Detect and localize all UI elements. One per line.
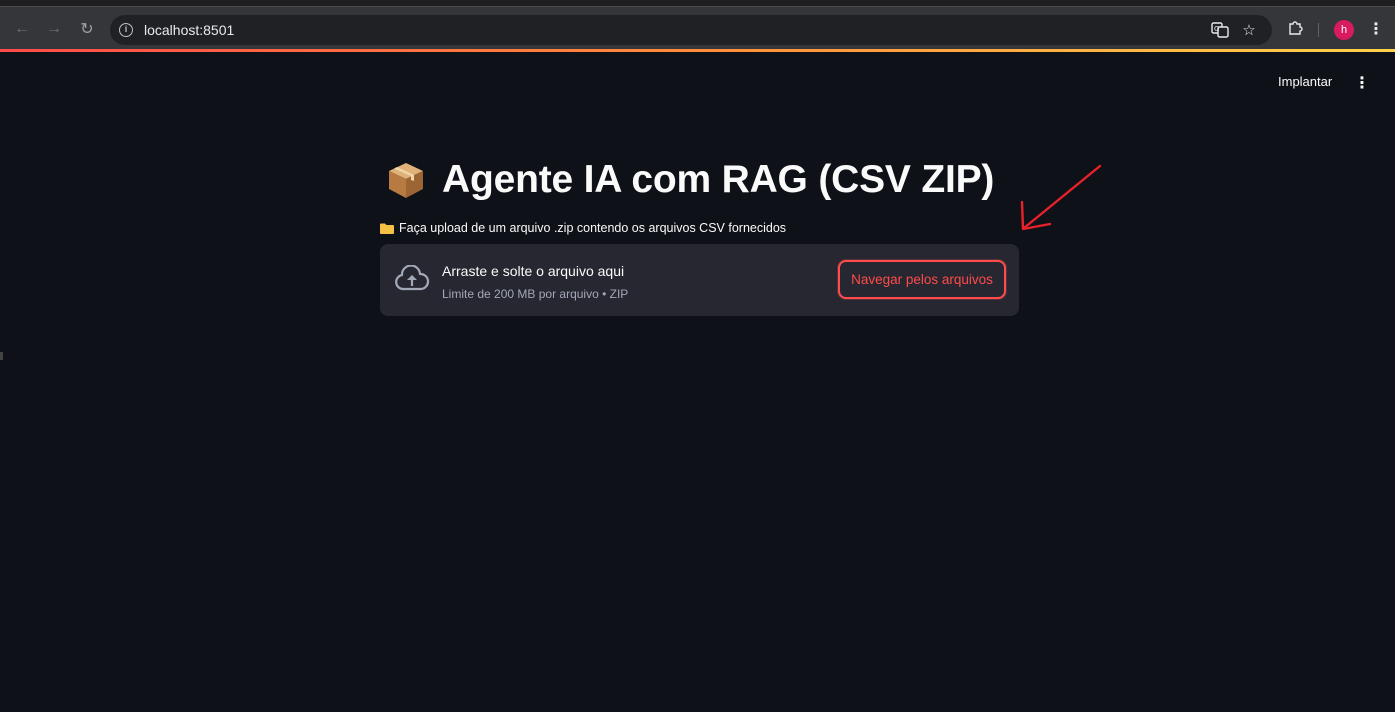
address-bar[interactable]: i localhost:8501 G ☆ [110, 15, 1272, 45]
window-edge-marker [0, 352, 3, 360]
kebab-menu-icon[interactable]: ⋮ [1366, 20, 1386, 40]
upload-caption-text: Faça upload de um arquivo .zip contendo … [399, 221, 787, 235]
app-loading-bar [0, 49, 1395, 52]
svg-text:G: G [1214, 25, 1219, 33]
forward-arrow-icon[interactable]: → [41, 16, 67, 42]
url-text: localhost:8501 [144, 22, 235, 38]
dropzone-limit-text: Limite de 200 MB por arquivo • ZIP [442, 287, 629, 301]
deploy-button[interactable]: Implantar [1278, 74, 1332, 94]
profile-avatar[interactable]: h [1334, 20, 1354, 40]
toolbar-separator [1318, 23, 1319, 37]
page-title-row: Agente IA com RAG (CSV ZIP) [386, 158, 994, 202]
dropzone-instructions: Arraste e solte o arquivo aqui [442, 263, 625, 279]
puzzle-piece-graphic [1289, 21, 1303, 35]
site-info-icon[interactable]: i [119, 23, 133, 37]
app-main-menu-icon[interactable]: ⋮ [1352, 74, 1372, 94]
browser-toolbar: ← → ↻ i localhost:8501 G ☆ h ⋮ [0, 6, 1395, 50]
folder-icon [380, 223, 394, 234]
page-title: Agente IA com RAG (CSV ZIP) [442, 158, 995, 201]
red-annotation-arrow [1020, 164, 1102, 231]
upload-caption: Faça upload de um arquivo .zip contendo … [380, 221, 786, 235]
file-uploader-dropzone[interactable]: Arraste e solte o arquivo aqui Limite de… [380, 244, 1019, 316]
back-arrow-icon[interactable]: ← [9, 16, 35, 42]
translate-icon-graphic: G [1211, 22, 1229, 38]
browse-files-button[interactable]: Navegar pelos arquivos [838, 260, 1006, 299]
extensions-icon[interactable] [1285, 20, 1305, 40]
cloud-upload-icon [395, 265, 430, 291]
bookmark-star-icon[interactable]: ☆ [1239, 21, 1259, 41]
reload-icon[interactable]: ↻ [74, 16, 100, 42]
translate-icon[interactable]: G [1210, 21, 1230, 41]
package-box-icon [389, 163, 423, 198]
